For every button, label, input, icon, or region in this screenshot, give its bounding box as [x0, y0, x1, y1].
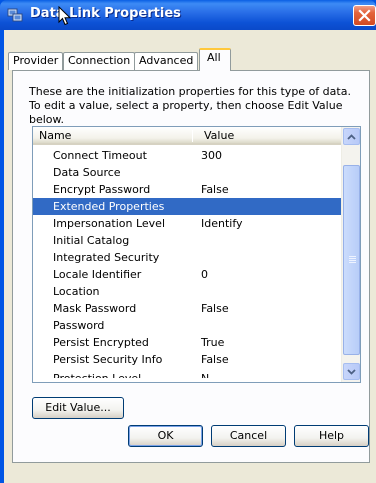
property-name: Extended Properties: [53, 200, 165, 213]
property-value: False: [201, 353, 229, 366]
list-item[interactable]: Impersonation Level Identify: [33, 215, 341, 232]
list-header: Name Value: [33, 127, 341, 145]
close-button[interactable]: [353, 5, 376, 26]
instructions-text: These are the initialization properties …: [29, 85, 351, 126]
dialog-window: Data Link Properties Provider Connection…: [0, 0, 376, 483]
cancel-button[interactable]: Cancel: [211, 425, 286, 447]
property-value: Identify: [201, 217, 243, 230]
list-item[interactable]: Protection Level N...: [33, 368, 341, 378]
scroll-down-button[interactable]: [343, 363, 360, 380]
chevron-down-icon: [347, 368, 356, 375]
dialog-client-area: Provider Connection Advanced All These a…: [4, 30, 376, 483]
list-item[interactable]: Data Source: [33, 164, 341, 181]
ok-button[interactable]: OK: [128, 425, 203, 447]
property-value: True: [201, 336, 225, 349]
property-name: Protection Level: [53, 370, 141, 378]
list-item[interactable]: Locale Identifier 0: [33, 266, 341, 283]
list-item[interactable]: Mask Password False: [33, 300, 341, 317]
property-value: 300: [201, 149, 222, 162]
property-name: Location: [53, 285, 100, 298]
list-item[interactable]: Persist Encrypted True: [33, 334, 341, 351]
chevron-up-icon: [347, 133, 356, 140]
title-bar[interactable]: Data Link Properties: [0, 0, 376, 30]
property-value: 0: [201, 268, 208, 281]
property-name: Impersonation Level: [53, 217, 166, 230]
scroll-up-button[interactable]: [343, 128, 360, 145]
list-rows: Connect Timeout 300 Data Source Encrypt P…: [33, 147, 341, 378]
close-icon: [358, 9, 371, 22]
property-name: Initial Catalog: [53, 234, 130, 247]
property-name: Password: [53, 319, 105, 332]
mouse-cursor-icon: [58, 6, 72, 26]
property-name: Persist Security Info: [53, 353, 163, 366]
list-item[interactable]: Connect Timeout 300: [33, 147, 341, 164]
list-item[interactable]: Location: [33, 283, 341, 300]
property-value: N...: [201, 370, 220, 378]
property-name: Persist Encrypted: [53, 336, 149, 349]
datalink-icon: [7, 7, 23, 23]
scroll-thumb[interactable]: [343, 165, 360, 355]
list-item[interactable]: Password: [33, 317, 341, 334]
property-name: Integrated Security: [53, 251, 160, 264]
tab-provider[interactable]: Provider: [8, 52, 64, 70]
list-item[interactable]: Initial Catalog: [33, 232, 341, 249]
properties-list[interactable]: Name Value Connect Timeout 300 Data Sourc…: [32, 126, 361, 383]
tab-advanced[interactable]: Advanced: [134, 52, 199, 70]
tab-panel-all: These are the initialization properties …: [12, 70, 370, 463]
property-name: Encrypt Password: [53, 183, 151, 196]
list-item[interactable]: Encrypt Password False: [33, 181, 341, 198]
property-name: Connect Timeout: [53, 149, 147, 162]
list-item-selected[interactable]: Extended Properties: [33, 198, 341, 215]
vertical-scrollbar[interactable]: [341, 127, 360, 382]
tab-all[interactable]: All: [199, 48, 231, 71]
property-value: False: [201, 302, 229, 315]
help-button[interactable]: Help: [294, 425, 369, 447]
property-value: False: [201, 183, 229, 196]
tab-connection[interactable]: Connection: [63, 52, 136, 70]
list-item[interactable]: Persist Security Info False: [33, 351, 341, 368]
list-item[interactable]: Integrated Security: [33, 249, 341, 266]
property-name: Data Source: [53, 166, 121, 179]
column-divider[interactable]: [192, 130, 193, 142]
column-header-name[interactable]: Name: [39, 129, 71, 142]
property-name: Mask Password: [53, 302, 137, 315]
window-title: Data Link Properties: [30, 6, 181, 21]
property-name: Locale Identifier: [53, 268, 142, 281]
column-header-value[interactable]: Value: [204, 129, 234, 142]
edit-value-button[interactable]: Edit Value...: [32, 397, 124, 419]
